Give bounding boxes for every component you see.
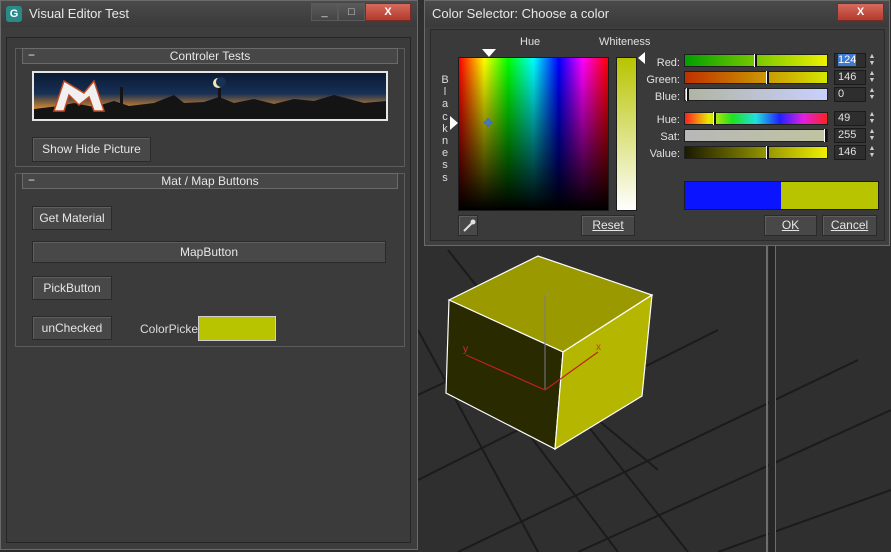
value-label: Value: [649,148,680,160]
hue-label: Hue: [656,114,680,126]
hue-header-label: Hue [520,36,541,48]
green-slider[interactable] [684,71,828,84]
value-slider[interactable] [684,146,828,159]
green-spinner-icon[interactable]: ▲ ▼ [867,70,877,85]
mat-map-buttons-title: Mat / Map Buttons [161,174,259,188]
collapse-icon[interactable]: − [28,173,35,187]
visual-editor-titlebar[interactable]: G Visual Editor Test _ □ X [1,1,417,27]
pick-button[interactable]: PickButton [32,276,112,300]
blue-value-field[interactable]: 0 [834,87,866,102]
blue-slider[interactable] [684,88,828,101]
unchecked-button[interactable]: unChecked [32,316,112,340]
sat-value-field[interactable]: 255 [834,128,866,143]
visual-editor-window: G Visual Editor Test _ □ X − Controler T… [0,0,418,550]
hue-blackness-field[interactable]: ✥ [458,57,609,211]
close-button[interactable]: X [837,3,884,21]
red-label: Red: [656,57,680,69]
hue-slider[interactable] [684,112,828,125]
reset-button[interactable]: Reset [581,215,635,236]
whiteness-pointer-icon[interactable] [638,52,645,64]
close-button[interactable]: X [365,3,411,21]
app-logo-icon: G [6,6,22,22]
whiteness-bar[interactable] [616,57,637,211]
color-selector-window: Color Selector: Choose a color X Hue Whi… [424,0,890,246]
hue-value-field[interactable]: 49 [834,111,866,126]
maximize-button[interactable]: □ [338,3,365,21]
color-selector-titlebar[interactable]: Color Selector: Choose a color X [425,1,889,27]
ok-button[interactable]: OK [764,215,817,236]
controler-tests-header[interactable]: − Controler Tests [22,48,398,64]
axis-z-label: z [546,288,551,298]
axis-y-label: y [463,344,468,355]
mat-map-buttons-header[interactable]: − Mat / Map Buttons [22,173,398,189]
sat-spinner-icon[interactable]: ▲ ▼ [867,128,877,143]
minimize-button[interactable]: _ [311,3,338,21]
color-selector-title: Color Selector: Choose a color [432,6,610,21]
original-color-swatch[interactable] [685,182,781,209]
show-hide-picture-button[interactable]: Show Hide Picture [32,137,151,162]
green-label: Green: [646,74,680,86]
hue-pointer-icon[interactable] [482,49,496,57]
color-compare-swatch [684,181,879,210]
value-value-field[interactable]: 146 [834,145,866,160]
map-button[interactable]: MapButton [32,241,386,263]
banner-picture [32,71,388,121]
collapse-icon[interactable]: − [28,48,35,62]
axis-x-label: x [596,342,601,353]
sat-slider[interactable] [684,129,828,142]
controler-tests-title: Controler Tests [169,49,251,63]
controler-tests-rollout: − Controler Tests Show Hide Picture [15,48,405,167]
green-value-field[interactable]: 146 [834,70,866,85]
red-spinner-icon[interactable]: ▲ ▼ [867,53,877,68]
whiteness-label: Whiteness [599,36,651,48]
mat-map-buttons-rollout: − Mat / Map Buttons Get Material MapButt… [15,173,405,347]
picker-crosshair-icon[interactable]: ✥ [483,117,493,129]
colorpicker-label: ColorPicker [140,322,203,336]
get-material-button[interactable]: Get Material [32,206,112,230]
red-value-field[interactable]: 124 [834,53,866,68]
value-spinner-icon[interactable]: ▲ ▼ [867,145,877,160]
hue-spinner-icon[interactable]: ▲ ▼ [867,111,877,126]
color-selector-body: Hue Whiteness Blackness ✥ Red: 124 ▲ ▼ Gr… [430,29,885,241]
blue-label: Blue: [654,91,680,103]
cancel-button[interactable]: Cancel [822,215,877,236]
sat-label: Sat: [660,131,680,143]
new-color-swatch [781,182,878,209]
red-slider[interactable] [684,54,828,67]
blackness-pointer-icon[interactable] [450,116,458,130]
window-content: − Controler Tests Show Hide Picture − Ma… [6,37,411,543]
window-title: Visual Editor Test [29,6,129,21]
blue-spinner-icon[interactable]: ▲ ▼ [867,87,877,102]
eyedropper-icon [463,219,476,232]
colorpicker-swatch[interactable] [198,316,276,341]
eyedropper-button[interactable] [458,215,478,236]
